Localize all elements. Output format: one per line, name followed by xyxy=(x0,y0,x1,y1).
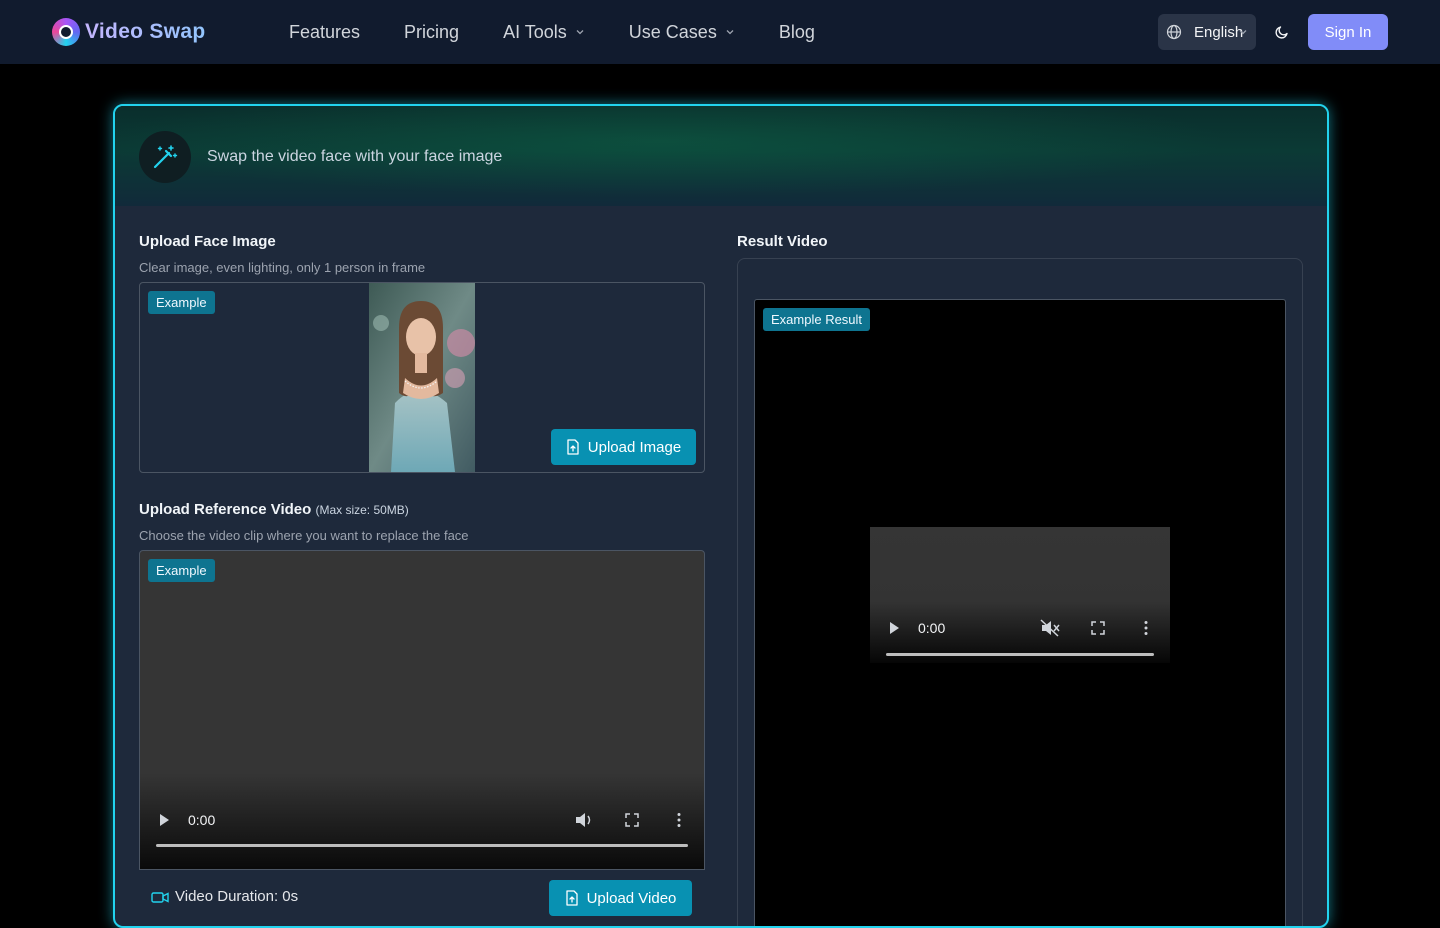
logo-text: Video Swap xyxy=(85,20,206,43)
file-upload-icon xyxy=(565,890,578,906)
fullscreen-icon[interactable] xyxy=(1090,620,1106,636)
result-video-container: Example Result 0:00 xyxy=(754,299,1286,926)
nav-blog-label: Blog xyxy=(778,21,815,42)
result-section-title: Result Video xyxy=(737,233,828,250)
logo[interactable]: Video Swap xyxy=(52,18,205,46)
example-result-badge: Example Result xyxy=(763,308,871,331)
face-swap-card: Swap the video face with your face image… xyxy=(113,104,1329,928)
video-max-size: (Max size: 50MB) xyxy=(315,503,409,517)
face-section-title: Upload Face Image xyxy=(139,233,276,250)
video-section-hint: Choose the video clip where you want to … xyxy=(139,528,469,543)
nav-use-cases[interactable]: Use Cases xyxy=(629,22,735,43)
chevron-down-icon xyxy=(576,30,584,35)
card-header: Swap the video face with your face image xyxy=(115,106,1327,206)
globe-icon xyxy=(1166,24,1182,40)
upload-image-label: Upload Image xyxy=(587,438,682,456)
nav-blog[interactable]: Blog xyxy=(779,22,815,43)
result-progress-bar[interactable] xyxy=(886,653,1154,656)
result-video-time: 0:00 xyxy=(918,620,946,636)
magic-wand-icon xyxy=(153,145,178,169)
video-progress-bar[interactable] xyxy=(156,844,688,847)
card-subtitle: Swap the video face with your face image xyxy=(207,148,503,165)
main-nav: Features Pricing AI Tools Use Cases Blog xyxy=(289,0,859,64)
result-panel: Example Result 0:00 xyxy=(737,258,1303,926)
file-upload-icon xyxy=(567,439,579,455)
play-icon[interactable] xyxy=(888,621,900,635)
example-face-image xyxy=(369,283,475,472)
face-upload-area[interactable]: Example Upload Image xyxy=(139,282,705,473)
video-section-title: Upload Reference Video (Max size: 50MB) xyxy=(139,501,409,518)
portrait-image xyxy=(369,283,475,472)
volume-icon[interactable] xyxy=(574,811,594,829)
example-badge: Example xyxy=(148,291,215,314)
nav-ai-tools-label: AI Tools xyxy=(503,21,567,42)
upload-image-button[interactable]: Upload Image xyxy=(551,429,696,465)
logo-icon xyxy=(52,18,80,46)
result-video-player[interactable]: 0:00 xyxy=(870,527,1170,663)
chevron-down-icon xyxy=(726,30,734,35)
reference-video-player[interactable]: Example 0:00 xyxy=(139,550,705,870)
nav-features-label: Features xyxy=(289,21,361,42)
nav-ai-tools[interactable]: AI Tools xyxy=(503,22,585,43)
video-camera-icon xyxy=(151,891,169,903)
upload-video-button[interactable]: Upload Video xyxy=(549,880,692,916)
video-time: 0:00 xyxy=(188,812,216,828)
wand-icon-circle xyxy=(139,131,191,183)
moon-icon xyxy=(1275,26,1288,39)
example-badge: Example xyxy=(148,559,215,582)
play-icon[interactable] xyxy=(158,813,170,827)
face-section-hint: Clear image, even lighting, only 1 perso… xyxy=(139,260,426,275)
sign-in-button[interactable]: Sign In xyxy=(1308,14,1388,50)
nav-pricing[interactable]: Pricing xyxy=(404,22,459,43)
video-section-title-text: Upload Reference Video xyxy=(139,501,312,518)
video-duration: Video Duration: 0s xyxy=(151,888,298,905)
language-label: English xyxy=(1194,23,1244,41)
theme-toggle[interactable] xyxy=(1270,20,1294,44)
nav-features[interactable]: Features xyxy=(289,22,360,43)
nav-use-cases-label: Use Cases xyxy=(628,21,717,42)
fullscreen-icon[interactable] xyxy=(624,812,640,828)
more-options-icon[interactable] xyxy=(676,812,682,828)
top-header: Video Swap Features Pricing AI Tools Use… xyxy=(0,0,1440,64)
language-select[interactable]: English xyxy=(1158,14,1256,50)
chevron-down-icon xyxy=(1239,30,1247,35)
upload-video-label: Upload Video xyxy=(586,889,677,907)
more-options-icon[interactable] xyxy=(1143,620,1149,636)
nav-pricing-label: Pricing xyxy=(404,21,460,42)
video-duration-label: Video Duration: 0s xyxy=(175,888,299,905)
muted-icon[interactable] xyxy=(1040,619,1060,637)
